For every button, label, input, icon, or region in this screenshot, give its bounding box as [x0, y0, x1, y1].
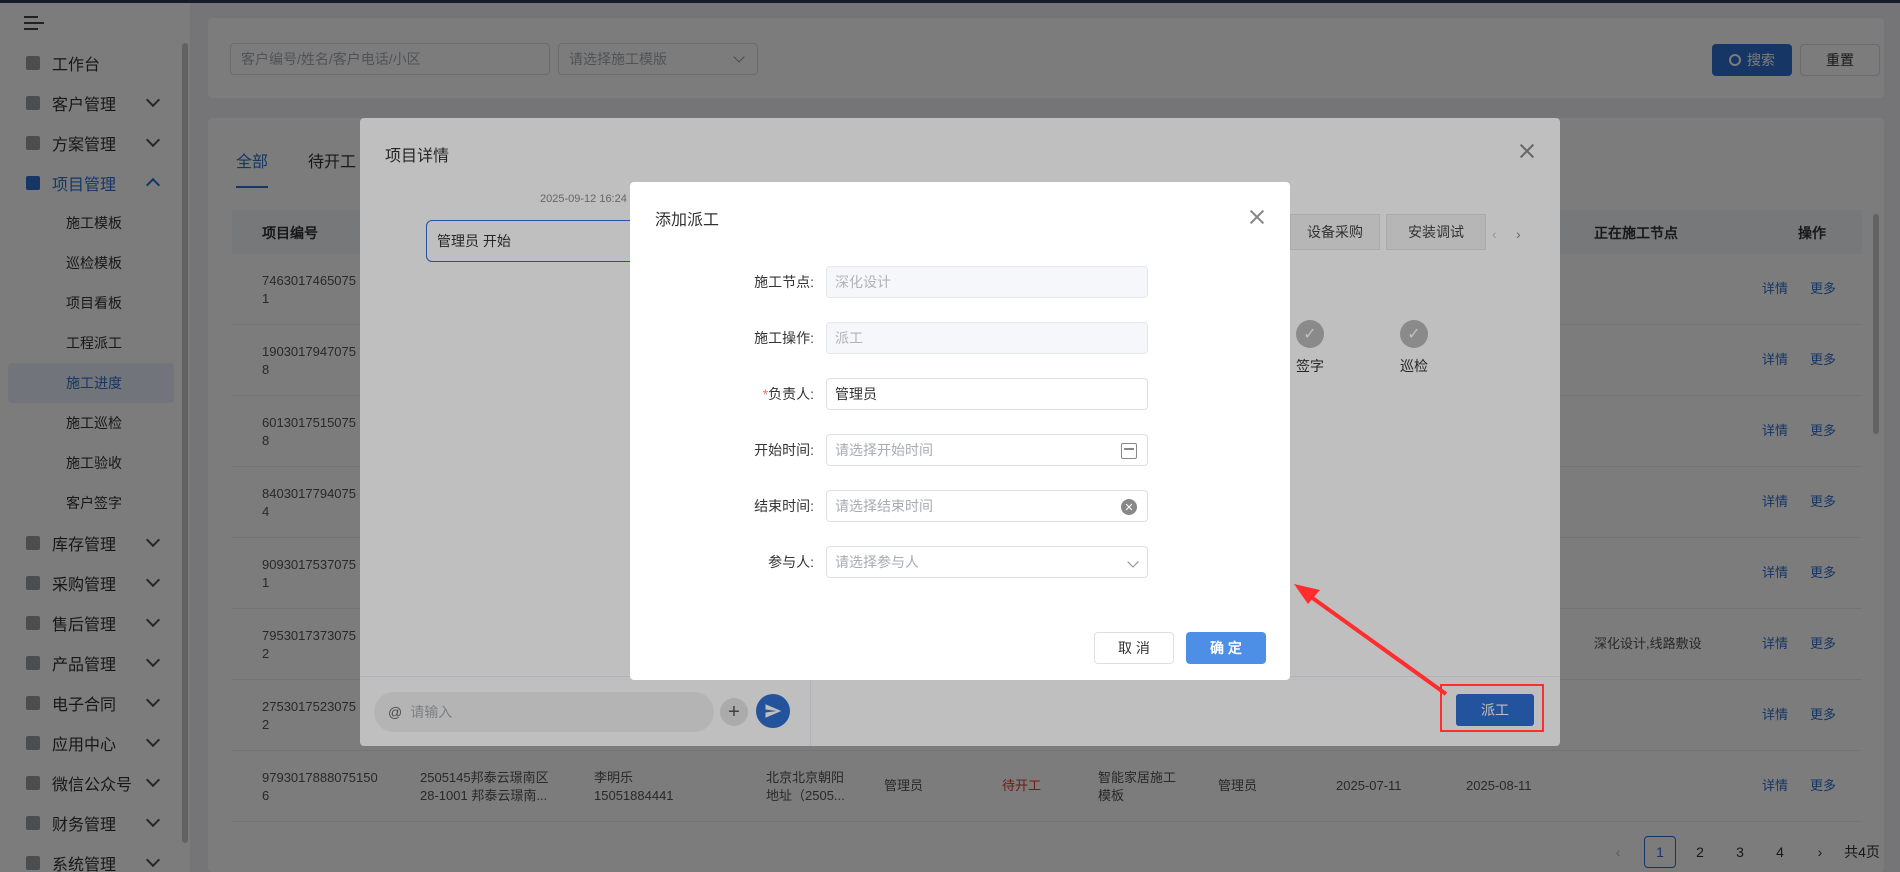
- annotation-highlight-box: [1440, 684, 1544, 732]
- participants-placeholder: 请选择参与人: [835, 554, 919, 570]
- add-dispatch-dialog: 添加派工 施工节点: 深化设计 施工操作: 派工 *负责人: 管理员 开始时间:…: [630, 182, 1290, 680]
- operation-label: 施工操作:: [754, 330, 814, 346]
- end-time-picker[interactable]: 请选择结束时间 ✕: [826, 490, 1148, 522]
- participants-label: 参与人:: [768, 554, 814, 570]
- start-time-picker[interactable]: 请选择开始时间: [826, 434, 1148, 466]
- start-time-label: 开始时间:: [754, 442, 814, 458]
- end-time-placeholder: 请选择结束时间: [835, 498, 933, 514]
- close-icon[interactable]: [1250, 210, 1264, 224]
- participants-select[interactable]: 请选择参与人: [826, 546, 1148, 578]
- cancel-button[interactable]: 取 消: [1094, 632, 1174, 664]
- calendar-icon[interactable]: [1121, 443, 1137, 459]
- owner-label-text: 负责人:: [768, 386, 814, 402]
- node-input: 深化设计: [826, 266, 1148, 298]
- clear-icon[interactable]: ✕: [1121, 499, 1137, 515]
- operation-input: 派工: [826, 322, 1148, 354]
- owner-input[interactable]: 管理员: [826, 378, 1148, 410]
- dialog-title: 添加派工: [655, 212, 720, 229]
- chevron-down-icon: [1127, 556, 1139, 568]
- confirm-button[interactable]: 确 定: [1186, 632, 1266, 664]
- owner-label: *负责人:: [694, 384, 814, 404]
- start-time-placeholder: 请选择开始时间: [835, 442, 933, 458]
- node-label: 施工节点:: [754, 274, 814, 290]
- end-time-label: 结束时间:: [754, 498, 814, 514]
